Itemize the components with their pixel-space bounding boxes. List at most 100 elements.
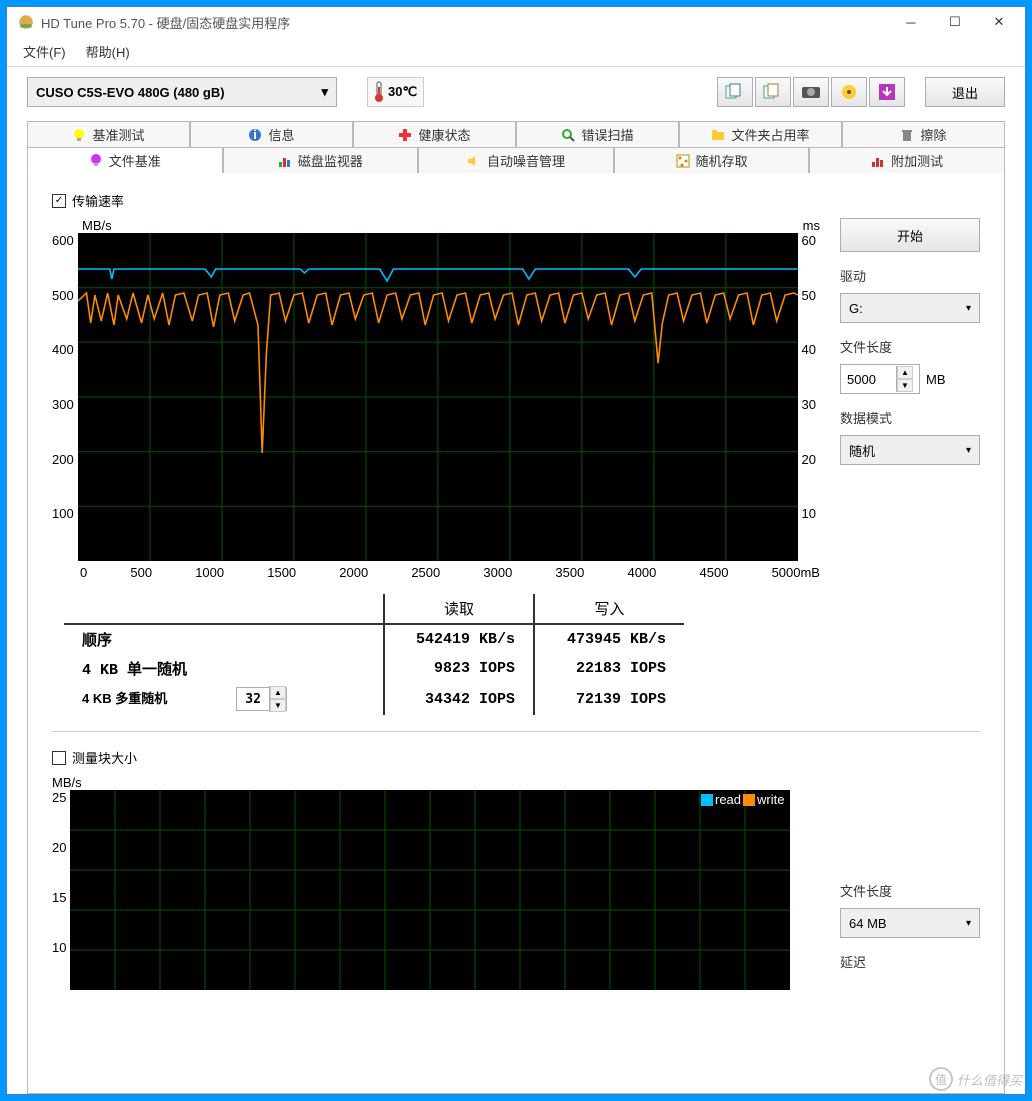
app-window: HD Tune Pro 5.70 - 硬盘/固态硬盘实用程序 ─ ☐ ✕ 文件(…: [6, 6, 1026, 1095]
legend: read write: [701, 792, 784, 807]
random-icon: [676, 154, 690, 168]
blocksize-label: 测量块大小: [72, 748, 137, 767]
table-row: 4 KB 单一随机 9823 IOPS 22183 IOPS: [64, 654, 684, 683]
file-length-label-2: 文件长度: [840, 881, 980, 900]
speaker-icon: [467, 154, 481, 168]
chart-icon: [871, 154, 885, 168]
menu-file[interactable]: 文件(F): [13, 39, 76, 64]
y-label-2: MB/s: [52, 775, 820, 790]
bulb-icon: [89, 153, 103, 167]
transfer-rate-checkbox[interactable]: ✓: [52, 194, 66, 208]
drive-letter-select[interactable]: G:▾: [840, 293, 980, 323]
tab-extra-tests[interactable]: 附加测试: [809, 147, 1005, 173]
drive-selected: CUSO C5S-EVO 480G (480 gB): [36, 85, 225, 100]
y-axis-left: 600500400300200100: [52, 233, 78, 561]
toolbar: CUSO C5S-EVO 480G (480 gB) ▾ 30℃ 退出: [7, 67, 1025, 121]
results-table: 读取 写入 顺序 542419 KB/s 473945 KB/s 4 KB 单一…: [64, 594, 980, 715]
titlebar: HD Tune Pro 5.70 - 硬盘/固态硬盘实用程序 ─ ☐ ✕: [7, 7, 1025, 37]
folder-icon: [711, 128, 725, 142]
app-icon: [17, 13, 35, 31]
info-icon: i: [248, 128, 262, 142]
tab-row-1: 基准测试 i信息 健康状态 错误扫描 文件夹占用率 擦除: [27, 121, 1005, 147]
controls-panel: 开始 驱动 G:▾ 文件长度 ▲▼ MB 数据模式 随机▾: [840, 218, 980, 580]
divider: [52, 731, 980, 732]
tab-content: ✓ 传输速率 MB/s ms 600500400300200100: [27, 173, 1005, 1094]
start-button[interactable]: 开始: [840, 218, 980, 252]
chart-section: MB/s ms 600500400300200100: [52, 218, 980, 580]
tab-error-scan[interactable]: 错误扫描: [516, 121, 679, 147]
blocksize-checkbox-row: 测量块大小: [52, 748, 980, 767]
blocksize-controls: 文件长度 64 MB▾ 延迟: [840, 775, 980, 990]
menu-help[interactable]: 帮助(H): [76, 39, 140, 64]
table-row: 4 KB 多重随机 32▲▼ 34342 IOPS 72139 IOPS: [64, 683, 684, 715]
window-title: HD Tune Pro 5.70 - 硬盘/固态硬盘实用程序: [41, 13, 889, 32]
delay-label: 延迟: [840, 952, 980, 971]
read-swatch: [701, 794, 713, 806]
header-write: 写入: [534, 594, 684, 624]
tab-info[interactable]: i信息: [190, 121, 353, 147]
drive-dropdown[interactable]: CUSO C5S-EVO 480G (480 gB) ▾: [27, 77, 337, 107]
write-swatch: [743, 794, 755, 806]
file-length-label: 文件长度: [840, 337, 980, 356]
tab-benchmark[interactable]: 基准测试: [27, 121, 190, 147]
blocksize-chart: read write: [70, 790, 790, 990]
tab-row-2: 文件基准 磁盘监视器 自动噪音管理 随机存取 附加测试: [27, 147, 1005, 173]
tab-aam[interactable]: 自动噪音管理: [418, 147, 614, 173]
tab-folder-usage[interactable]: 文件夹占用率: [679, 121, 842, 147]
transfer-chart: [78, 233, 798, 561]
file-length-unit: MB: [926, 372, 946, 387]
options-button[interactable]: [831, 77, 867, 107]
tab-disk-monitor[interactable]: 磁盘监视器: [223, 147, 419, 173]
svg-text:i: i: [254, 128, 258, 142]
spinner-up[interactable]: ▲: [897, 366, 913, 379]
exit-button[interactable]: 退出: [925, 77, 1005, 107]
blocksize-checkbox[interactable]: [52, 751, 66, 765]
watermark-icon: 值: [929, 1067, 953, 1091]
bulb-icon: [72, 128, 86, 142]
pattern-label: 数据模式: [840, 408, 980, 427]
multi-random-count[interactable]: 32▲▼: [236, 687, 287, 711]
save-button[interactable]: [869, 77, 905, 107]
transfer-rate-label: 传输速率: [72, 191, 124, 210]
tab-erase[interactable]: 擦除: [842, 121, 1005, 147]
temperature-value: 30℃: [388, 84, 417, 100]
table-row: 顺序 542419 KB/s 473945 KB/s: [64, 624, 684, 654]
tab-random-access[interactable]: 随机存取: [614, 147, 810, 173]
trash-icon: [900, 128, 914, 142]
drive-label: 驱动: [840, 266, 980, 285]
header-read: 读取: [384, 594, 534, 624]
copy-results-button[interactable]: [755, 77, 791, 107]
tab-health[interactable]: 健康状态: [353, 121, 516, 147]
blocksize-section: MB/s 25201510 read: [52, 775, 980, 990]
y-axis-2: 25201510: [52, 790, 70, 990]
chart-area: MB/s ms 600500400300200100: [52, 218, 820, 580]
file-length-select-2[interactable]: 64 MB▾: [840, 908, 980, 938]
y-axis-right: 605040302010: [798, 233, 820, 561]
chevron-down-icon: ▾: [321, 84, 328, 100]
thermometer-icon: [374, 81, 384, 103]
close-button[interactable]: ✕: [977, 7, 1021, 37]
temperature-display: 30℃: [367, 77, 424, 107]
tab-file-benchmark[interactable]: 文件基准: [27, 147, 223, 173]
screenshot-button[interactable]: [793, 77, 829, 107]
file-length-input[interactable]: ▲▼: [840, 364, 920, 394]
copy-info-button[interactable]: [717, 77, 753, 107]
y-right-label: ms: [803, 218, 820, 233]
magnifier-icon: [561, 128, 575, 142]
maximize-button[interactable]: ☐: [933, 7, 977, 37]
plus-icon: [398, 128, 412, 142]
menubar: 文件(F) 帮助(H): [7, 37, 1025, 67]
chart-icon: [278, 154, 292, 168]
chevron-down-icon: ▾: [966, 918, 971, 929]
minimize-button[interactable]: ─: [889, 7, 933, 37]
pattern-select[interactable]: 随机▾: [840, 435, 980, 465]
transfer-rate-checkbox-row: ✓ 传输速率: [52, 191, 980, 210]
x-axis: 0500100015002000250030003500400045005000…: [52, 565, 820, 580]
chevron-down-icon: ▾: [966, 445, 971, 456]
chevron-down-icon: ▾: [966, 303, 971, 314]
y-left-label: MB/s: [82, 218, 112, 233]
spinner-down[interactable]: ▼: [897, 379, 913, 392]
tabs: 基准测试 i信息 健康状态 错误扫描 文件夹占用率 擦除 文件基准 磁盘监视器 …: [7, 121, 1025, 173]
toolbar-icons: [717, 77, 905, 107]
watermark: 值 什么值得买: [929, 1067, 1022, 1091]
